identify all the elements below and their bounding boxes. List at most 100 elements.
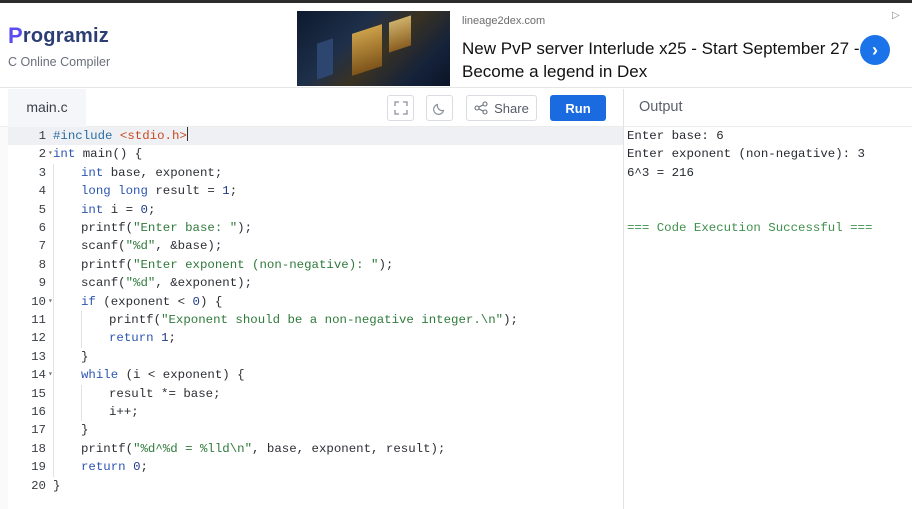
line-number: 5	[38, 202, 46, 217]
indent-guide	[81, 311, 82, 330]
tab-main-c[interactable]: main.c	[8, 89, 86, 127]
run-button[interactable]: Run	[550, 95, 606, 121]
code-text: int base, exponent;	[81, 164, 222, 182]
code-token: printf(	[81, 441, 134, 456]
ad-title[interactable]: New PvP server Interlude x25 - Start Sep…	[462, 37, 862, 83]
theme-toggle-button[interactable]	[426, 95, 453, 121]
code-token: , &base);	[155, 239, 223, 254]
code-text: while (i < exponent) {	[81, 366, 245, 384]
code-line[interactable]: 11 printf("Exponent should be a non-negat…	[8, 311, 623, 330]
line-number: 12	[31, 331, 46, 346]
code-line[interactable]: 17}	[8, 421, 623, 440]
code-text: }	[53, 477, 60, 495]
indent-guide	[53, 311, 54, 330]
indent-guide	[53, 329, 54, 348]
code-token: printf(	[81, 257, 134, 272]
code-line[interactable]: 5 int i = 0;	[8, 200, 623, 219]
code-line[interactable]: 7 scanf("%d", &base);	[8, 237, 623, 256]
share-label: Share	[494, 100, 529, 116]
code-token: ;	[147, 202, 156, 217]
code-editor[interactable]: 1 #include <stdio.h> 2 ▾ int main() {3 int ba…	[8, 127, 623, 509]
code-token: , base, exponent, result);	[252, 441, 446, 456]
logo-text: rogramiz	[22, 24, 109, 47]
code-line[interactable]: 10 ▾ if (exponent < 0) {	[8, 292, 623, 311]
output-line: Enter exponent (non-negative): 3	[627, 147, 865, 162]
code-text: printf("Exponent should be a non-negativ…	[109, 311, 518, 329]
code-line[interactable]: 12 return 1;	[8, 329, 623, 348]
code-token: );	[378, 257, 394, 272]
code-token: "Enter exponent (non-negative): "	[133, 257, 379, 272]
code-text: printf("Enter exponent (non-negative): "…	[81, 256, 393, 274]
code-line[interactable]: 14 ▾ while (i < exponent) {	[8, 366, 623, 385]
ad-image-shape	[389, 15, 411, 53]
code-token: 1	[222, 184, 230, 199]
line-number: 8	[38, 257, 46, 272]
indent-guide	[53, 366, 54, 385]
site-header: Programiz C Online Compiler lineage2dex.…	[0, 3, 912, 88]
code-line[interactable]: 18 printf("%d^%d = %lld\n", base, exponen…	[8, 439, 623, 459]
code-line[interactable]: 4 long long result = 1;	[8, 182, 623, 201]
code-token: 0	[192, 294, 200, 309]
code-token: ) {	[199, 294, 223, 309]
code-text: int main() {	[53, 145, 142, 163]
code-text: result *= base;	[109, 385, 221, 403]
share-icon	[474, 101, 488, 115]
line-number: 10	[31, 294, 46, 309]
indent-guide	[53, 421, 54, 440]
code-line[interactable]: 1 #include <stdio.h>	[8, 127, 623, 146]
code-line[interactable]: 9 scanf("%d", &exponent);	[8, 274, 623, 293]
code-text: scanf("%d", &exponent);	[81, 274, 252, 292]
line-number: 3	[38, 165, 46, 180]
ad-choices-icon[interactable]: ▷	[892, 10, 900, 21]
code-token: <stdio.h>	[119, 129, 187, 143]
moon-icon	[432, 103, 444, 115]
code-line[interactable]: 8 printf("Enter exponent (non-negative): …	[8, 255, 623, 275]
ad-image-shape	[317, 38, 333, 80]
code-line[interactable]: 19 return 0;	[8, 458, 623, 477]
code-token: printf(	[109, 313, 162, 327]
line-number: 14	[31, 368, 46, 383]
code-line[interactable]: 15 result *= base;	[8, 384, 623, 403]
code-text: printf("Enter base: ");	[81, 219, 252, 237]
ad-domain[interactable]: lineage2dex.com	[462, 15, 545, 27]
indent-guide	[53, 347, 54, 367]
code-token: i++;	[109, 405, 139, 419]
fullscreen-button[interactable]	[387, 95, 414, 121]
brand[interactable]: Programiz C Online Compiler	[8, 23, 110, 69]
line-number: 2	[38, 147, 46, 162]
code-token: int	[81, 202, 104, 217]
indent-guide	[53, 200, 54, 219]
code-line[interactable]: 16 i++;	[8, 403, 623, 422]
indent-guide	[53, 182, 54, 201]
line-number: 6	[38, 221, 46, 235]
indent-guide	[81, 329, 82, 348]
share-button[interactable]: Share	[466, 95, 537, 121]
indent-guide	[53, 439, 54, 459]
text-cursor	[186, 127, 188, 141]
indent-guide	[53, 274, 54, 293]
editor-toolbar: main.c Share Run	[0, 89, 623, 127]
code-token: "%d"	[125, 276, 156, 291]
line-number: 9	[38, 276, 46, 291]
code-token: printf(	[81, 221, 134, 235]
line-number: 16	[31, 405, 46, 419]
code-line[interactable]: 2 ▾ int main() {	[8, 145, 623, 163]
code-line[interactable]: 13}	[8, 347, 623, 367]
code-line[interactable]: 6 printf("Enter base: ");	[8, 219, 623, 238]
code-line[interactable]: 20}	[8, 477, 623, 495]
output-line: 6^3 = 216	[627, 165, 694, 180]
line-number: 20	[31, 478, 46, 493]
code-line[interactable]: 3 int base, exponent;	[8, 163, 623, 183]
ad-go-button[interactable]: ›	[860, 35, 890, 65]
indent-guide	[53, 458, 54, 477]
line-number: 11	[31, 313, 46, 327]
code-token: #include	[53, 129, 120, 143]
programiz-logo[interactable]: Programiz	[8, 23, 110, 49]
code-token: scanf(	[81, 239, 126, 254]
ad-image[interactable]	[297, 11, 450, 86]
code-token: while	[81, 368, 119, 383]
chevron-right-icon: ›	[872, 39, 878, 60]
code-token: , &exponent);	[155, 276, 253, 291]
